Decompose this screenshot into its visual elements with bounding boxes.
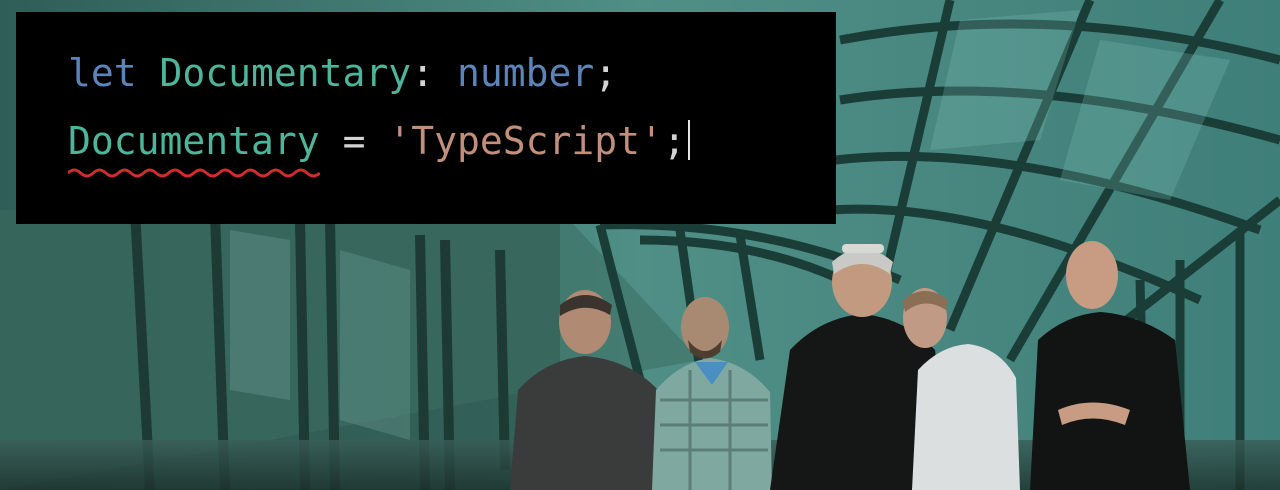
error-identifier: Documentary — [68, 117, 320, 178]
error-squiggle-icon — [68, 168, 320, 178]
code-line-assignment: Documentary = 'TypeScript'; — [68, 117, 690, 178]
code-line-declaration: let Documentary: number; — [68, 49, 617, 97]
text-caret-icon — [687, 120, 690, 160]
type-colon: : — [411, 51, 435, 95]
assigned-identifier: Documentary — [68, 119, 320, 163]
line-semicolon: ; — [594, 51, 618, 95]
let-keyword: let — [68, 51, 137, 95]
string-literal: 'TypeScript' — [388, 119, 663, 163]
line-semicolon: ; — [662, 119, 686, 163]
type-annotation: number — [456, 51, 595, 95]
variable-identifier: Documentary — [159, 51, 412, 95]
code-editor-panel: let Documentary: number; Documentary = '… — [16, 12, 836, 224]
assignment-operator: = — [342, 119, 366, 163]
